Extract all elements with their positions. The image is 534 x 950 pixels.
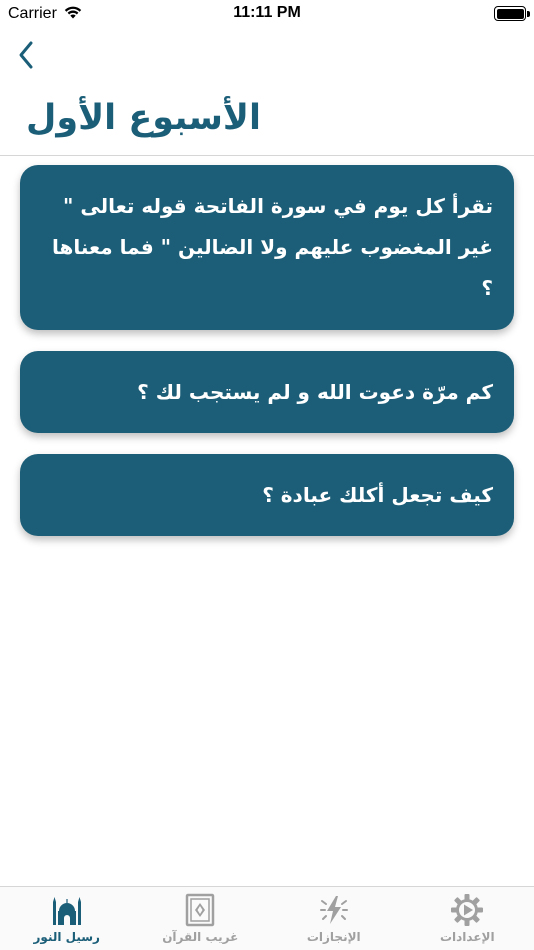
tab-label: رسيل النور [33,930,100,944]
tab-rasil-alnoor[interactable]: رسيل النور [0,887,134,950]
header-divider [0,155,534,156]
tab-bar: رسيل النور غريب القرآن الإنجازات الإعداد… [0,886,534,950]
page-title: الأسبوع الأول [26,98,261,138]
battery-level [496,8,524,19]
back-button[interactable] [12,38,40,72]
lightning-icon [317,893,351,927]
tab-achievements[interactable]: الإنجازات [267,887,401,950]
question-card[interactable]: كم مرّة دعوت الله و لم يستجب لك ؟ [20,351,514,433]
question-card[interactable]: كيف تجعل أكلك عبادة ؟ [20,454,514,536]
question-text: كم مرّة دعوت الله و لم يستجب لك ؟ [137,380,493,404]
tab-label: الإعدادات [439,930,495,944]
gear-icon [450,893,484,927]
chevron-left-icon [19,41,33,69]
tab-label: الإنجازات [306,930,361,944]
quran-book-icon [183,893,217,927]
tab-settings[interactable]: الإعدادات [401,887,534,950]
clock: 11:11 PM [233,4,301,21]
mosque-icon [50,893,84,927]
battery-icon [494,6,526,21]
question-card[interactable]: تقرأ كل يوم في سورة الفاتحة قوله تعالى "… [20,165,514,330]
battery-cap [527,11,530,17]
tab-label: غريب القرآن [162,930,239,944]
question-text: تقرأ كل يوم في سورة الفاتحة قوله تعالى "… [51,194,493,300]
status-bar: Carrier 11:11 PM [0,0,534,30]
question-text: كيف تجعل أكلك عبادة ؟ [262,483,493,507]
tab-ghareeb-alquran[interactable]: غريب القرآن [134,887,268,950]
question-list: تقرأ كل يوم في سورة الفاتحة قوله تعالى "… [20,165,514,557]
